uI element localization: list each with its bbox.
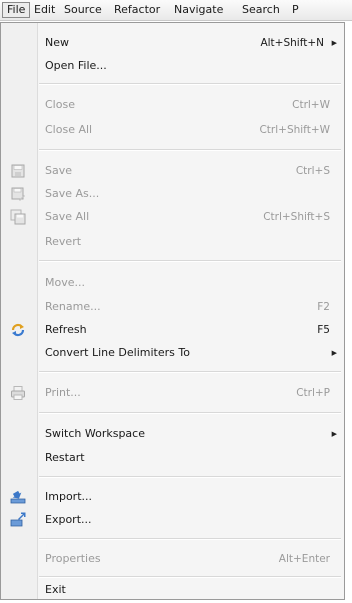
menu-item-label: Close [45, 98, 75, 111]
menu-item-accelerator: Ctrl+Shift+S [263, 211, 330, 223]
menu-item-open-file[interactable]: Open File... [1, 55, 344, 77]
menu-item-move[interactable]: Move... [1, 272, 344, 294]
print-icon [11, 386, 25, 400]
menu-item-label: Save [45, 164, 73, 177]
menu-item-label: Open File... [45, 59, 107, 72]
menu-item-close[interactable]: Close Ctrl+W [1, 94, 344, 116]
menu-item-convert-line-delimiters[interactable]: Convert Line Delimiters To ▶ [1, 342, 344, 364]
menu-item-rename[interactable]: Rename... F2 [1, 296, 344, 318]
menu-item-accelerator: F5 [317, 324, 330, 336]
menu-item-revert[interactable]: Revert [1, 231, 344, 253]
menu-item-accelerator: F2 [317, 301, 330, 313]
export-icon [10, 512, 26, 527]
submenu-arrow-icon: ▶ [331, 430, 337, 438]
menu-item-export[interactable]: Export... [1, 509, 344, 531]
menu-item-label: Export... [45, 513, 92, 526]
menu-bar: File Edit Source Refactor Navigate Searc… [0, 0, 352, 21]
menu-item-close-all[interactable]: Close All Ctrl+Shift+W [1, 119, 344, 141]
submenu-arrow-icon: ▶ [331, 349, 337, 357]
menubar-project[interactable]: P [288, 2, 303, 18]
menubar-file[interactable]: File [2, 2, 31, 18]
menubar-refactor[interactable]: Refactor [110, 2, 164, 18]
menu-item-accelerator: Alt+Shift+N [260, 37, 324, 49]
menu-separator [39, 412, 341, 414]
save-all-icon [10, 209, 26, 225]
submenu-arrow-icon: ▶ [331, 39, 337, 47]
menu-separator [39, 576, 341, 578]
menu-item-label: Revert [45, 235, 82, 248]
menu-item-label: Print... [45, 386, 81, 399]
menu-item-save-as[interactable]: Save As... [1, 183, 344, 205]
menu-item-label: Save As... [45, 187, 100, 200]
menu-item-accelerator: Ctrl+P [296, 387, 330, 399]
menu-item-label: Save All [45, 210, 90, 223]
menu-item-label: Exit [45, 583, 66, 596]
menu-item-accelerator: Ctrl+Shift+W [259, 124, 330, 136]
menu-item-label: Close All [45, 123, 93, 136]
menu-item-save[interactable]: Save Ctrl+S [1, 160, 344, 182]
menu-item-label: Rename... [45, 300, 101, 313]
menubar-navigate[interactable]: Navigate [170, 2, 227, 18]
menu-item-import[interactable]: Import... [1, 486, 344, 508]
menu-separator [39, 260, 341, 262]
menubar-search[interactable]: Search [238, 2, 284, 18]
save-icon [11, 164, 25, 178]
menu-item-label: Restart [45, 451, 85, 464]
menu-item-label: Switch Workspace [45, 427, 145, 440]
menu-item-new[interactable]: New Alt+Shift+N ▶ [1, 32, 344, 54]
menu-item-label: Import... [45, 490, 92, 503]
menu-item-label: Refresh [45, 323, 87, 336]
menu-item-restart[interactable]: Restart [1, 447, 344, 469]
menu-separator [39, 149, 341, 151]
menu-item-print[interactable]: Print... Ctrl+P [1, 382, 344, 404]
file-menu: New Alt+Shift+N ▶ Open File... Close Ctr… [0, 22, 345, 600]
menu-item-label: New [45, 36, 69, 49]
menu-item-refresh[interactable]: Refresh F5 [1, 319, 344, 341]
menu-item-save-all[interactable]: Save All Ctrl+Shift+S [1, 206, 344, 228]
menu-item-accelerator: Alt+Enter [278, 553, 330, 565]
menu-item-label: Convert Line Delimiters To [45, 346, 190, 359]
menu-item-label: Move... [45, 276, 85, 289]
save-as-icon [11, 187, 25, 201]
menu-item-accelerator: Ctrl+W [292, 99, 330, 111]
menu-item-accelerator: Ctrl+S [295, 165, 330, 177]
import-icon [10, 490, 26, 504]
menu-separator [39, 476, 341, 478]
menu-separator [39, 83, 341, 85]
menubar-edit[interactable]: Edit [30, 2, 59, 18]
menu-item-exit[interactable]: Exit [1, 579, 344, 601]
menubar-source[interactable]: Source [60, 2, 106, 18]
menu-separator [39, 538, 341, 540]
menu-separator [39, 371, 341, 373]
menu-item-properties[interactable]: Properties Alt+Enter [1, 548, 344, 570]
refresh-icon [11, 323, 25, 337]
menu-item-switch-workspace[interactable]: Switch Workspace ▶ [1, 423, 344, 445]
menu-item-label: Properties [45, 552, 101, 565]
